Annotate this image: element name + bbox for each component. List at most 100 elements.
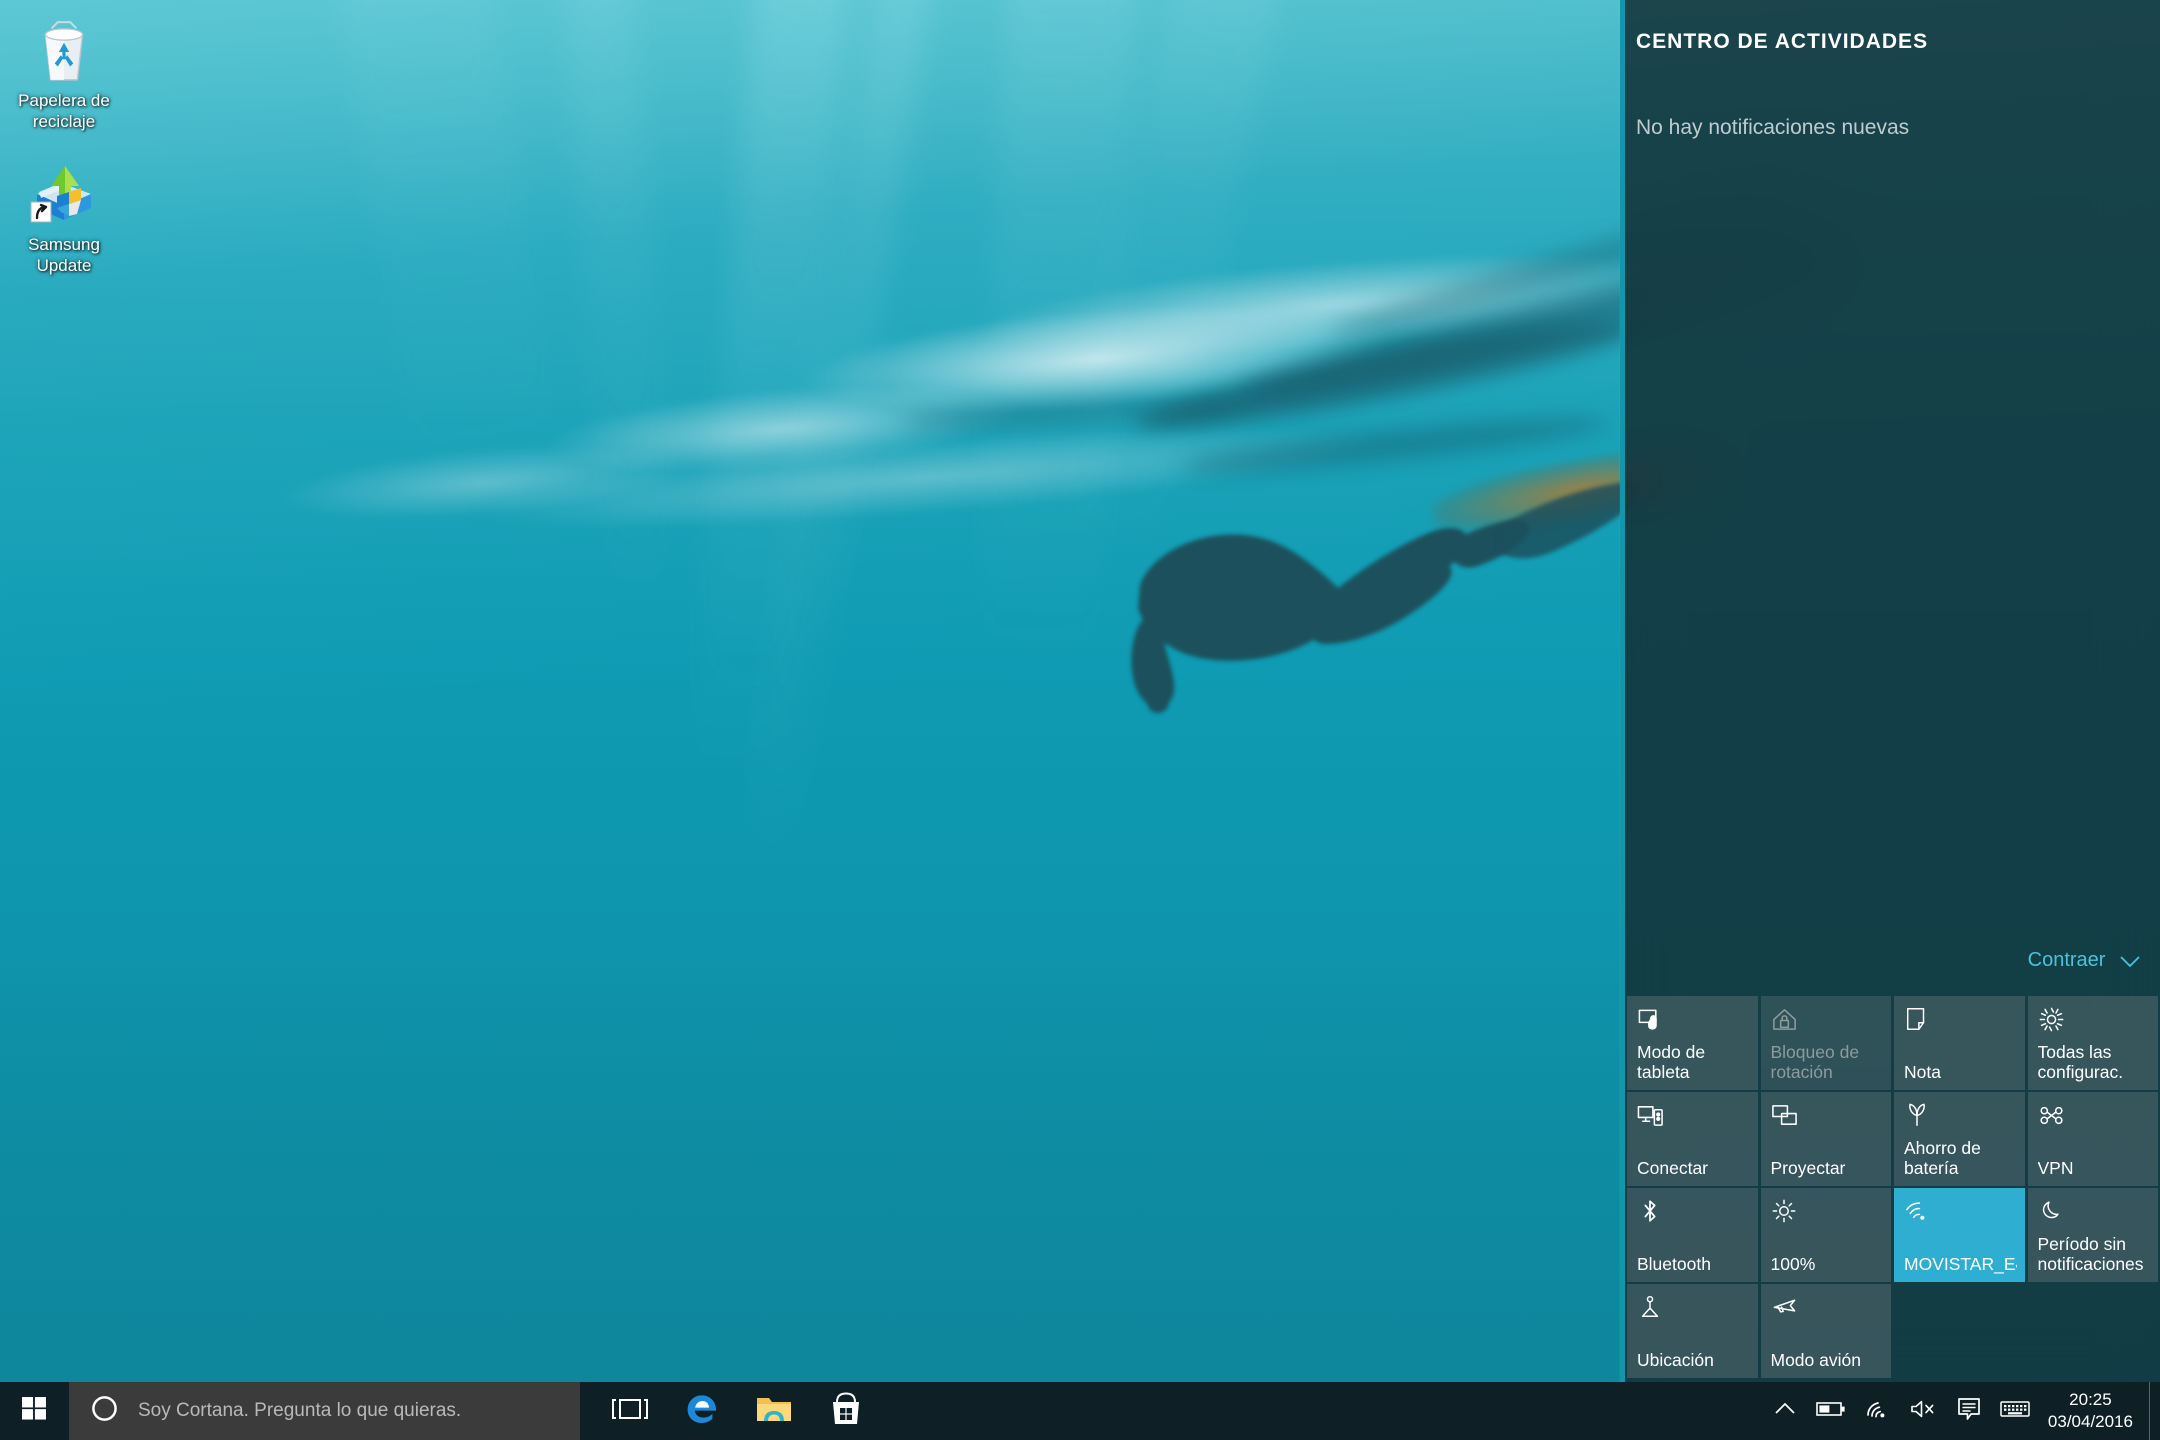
light-ray bbox=[962, 0, 1140, 843]
rotation-lock-icon bbox=[1771, 1006, 1884, 1036]
water-surface-glint bbox=[0, 179, 1749, 621]
quick-action-tile-tablet-mode[interactable]: Modo de tableta bbox=[1627, 996, 1758, 1090]
light-ray bbox=[560, 0, 688, 761]
microsoft-edge-button[interactable] bbox=[666, 1382, 738, 1440]
action-center-icon bbox=[1957, 1397, 1981, 1426]
quick-action-tile-empty bbox=[2028, 1284, 2159, 1378]
quick-action-tile-label: Ahorro de batería bbox=[1904, 1138, 1981, 1178]
recycle-bin-icon bbox=[6, 10, 122, 84]
touch-keyboard-icon bbox=[2000, 1399, 2030, 1424]
settings-gear-icon bbox=[2038, 1006, 2151, 1036]
volume-button[interactable] bbox=[1900, 1382, 1946, 1440]
no-notifications-message: No hay notificaciones nuevas bbox=[1636, 116, 1910, 139]
clock-and-date[interactable]: 20:25 03/04/2016 bbox=[2038, 1382, 2149, 1440]
quick-action-tile-bluetooth[interactable]: Bluetooth bbox=[1627, 1188, 1758, 1282]
quick-action-tile-label: Bloqueo de rotación bbox=[1770, 1042, 1860, 1082]
quick-action-tile-vpn[interactable]: VPN bbox=[2027, 1092, 2158, 1186]
network-status-button[interactable] bbox=[1854, 1382, 1900, 1440]
chevron-down-icon bbox=[2120, 951, 2140, 974]
chevron-up-icon bbox=[1775, 1402, 1795, 1420]
tablet-mode-icon bbox=[1637, 1006, 1750, 1036]
quick-action-tile-location[interactable]: Ubicación bbox=[1627, 1284, 1758, 1378]
project-icon bbox=[1771, 1102, 1884, 1132]
collapse-quick-actions-button[interactable]: Contraer bbox=[1620, 949, 2160, 996]
desktop-screen: Papelera de reciclaje Samsung Update CEN… bbox=[0, 0, 2160, 1440]
wifi-icon bbox=[1904, 1198, 2017, 1228]
wave-shadow bbox=[1130, 302, 1650, 446]
brightness-icon bbox=[1771, 1198, 1884, 1228]
quick-action-tile-label: 100% bbox=[1770, 1254, 1816, 1274]
desktop-icon-label: Papelera de reciclaje bbox=[18, 91, 110, 131]
bluetooth-icon bbox=[1637, 1198, 1750, 1228]
quick-action-tile-label: Nota bbox=[1904, 1062, 1941, 1082]
vpn-icon bbox=[2038, 1102, 2151, 1132]
light-ray bbox=[673, 0, 855, 941]
quick-action-tile-project[interactable]: Proyectar bbox=[1760, 1092, 1891, 1186]
airplane-mode-icon bbox=[1771, 1294, 1884, 1324]
quick-action-tile-label: Bluetooth bbox=[1637, 1254, 1711, 1274]
task-view-button[interactable] bbox=[594, 1382, 666, 1440]
action-center-title: CENTRO DE ACTIVIDADES bbox=[1636, 30, 1929, 53]
quiet-hours-moon-icon bbox=[2038, 1198, 2151, 1228]
touch-keyboard-button[interactable] bbox=[1992, 1382, 2038, 1440]
quick-action-tile-settings-gear[interactable]: Todas las configurac. bbox=[2027, 996, 2158, 1090]
cortana-placeholder-text: Soy Cortana. Pregunta lo que quieras. bbox=[138, 1400, 462, 1421]
quick-action-tile-label: Período sin notificaciones bbox=[2037, 1234, 2144, 1274]
quick-action-tile-label: VPN bbox=[2037, 1158, 2074, 1178]
battery-status-button[interactable] bbox=[1808, 1382, 1854, 1440]
volume-muted-icon bbox=[1910, 1399, 1936, 1424]
light-ray bbox=[330, 0, 589, 644]
quick-action-tile-wifi[interactable]: MOVISTAR_E480 bbox=[1894, 1188, 2025, 1282]
file-explorer-button[interactable] bbox=[738, 1382, 810, 1440]
taskbar-app-buttons bbox=[594, 1382, 882, 1440]
quick-action-tile-label: Modo avión bbox=[1770, 1350, 1861, 1370]
show-hidden-icons-button[interactable] bbox=[1762, 1382, 1808, 1440]
swimmer-silhouette bbox=[1131, 481, 1640, 713]
start-button[interactable] bbox=[0, 1382, 69, 1440]
connect-icon bbox=[1637, 1102, 1750, 1132]
quick-action-tile-battery-saver[interactable]: Ahorro de batería bbox=[1894, 1092, 2025, 1186]
wave-shadow bbox=[1179, 407, 1611, 483]
quick-action-tile-label: MOVISTAR_E480 bbox=[1904, 1254, 2017, 1274]
quick-action-tile-connect[interactable]: Conectar bbox=[1627, 1092, 1758, 1186]
water-depth-haze bbox=[0, 920, 1620, 1440]
collapse-label: Contraer bbox=[2027, 949, 2106, 971]
light-ray bbox=[700, 0, 940, 1081]
show-desktop-button[interactable] bbox=[2149, 1382, 2160, 1440]
desktop-icon-label: Samsung Update bbox=[28, 235, 100, 275]
action-center-accent-edge bbox=[1620, 0, 1625, 1382]
desktop-icon-list: Papelera de reciclaje Samsung Update bbox=[6, 10, 130, 298]
taskbar: Soy Cortana. Pregunta lo que quieras. 20… bbox=[0, 1382, 2160, 1440]
system-tray bbox=[1762, 1382, 2038, 1440]
quick-action-tile-quiet-hours-moon[interactable]: Período sin notificaciones bbox=[2027, 1188, 2158, 1282]
desktop-icon-samsung-update[interactable]: Samsung Update bbox=[6, 154, 122, 276]
quick-action-tile-label: Todas las configurac. bbox=[2037, 1042, 2124, 1082]
file-explorer-icon bbox=[756, 1394, 792, 1429]
quick-action-tile-label: Modo de tableta bbox=[1637, 1042, 1706, 1082]
samsung-update-icon bbox=[6, 154, 122, 228]
wave-shadow bbox=[899, 391, 1241, 435]
action-center-panel: CENTRO DE ACTIVIDADES No hay notificacio… bbox=[1620, 0, 2160, 1382]
quick-action-tile-airplane-mode[interactable]: Modo avión bbox=[1760, 1284, 1891, 1378]
quick-action-tile-rotation-lock[interactable]: Bloqueo de rotación bbox=[1760, 996, 1891, 1090]
quick-action-tile-label: Ubicación bbox=[1637, 1350, 1714, 1370]
quick-action-tile-label: Conectar bbox=[1637, 1158, 1709, 1178]
windows-logo-icon bbox=[22, 1396, 47, 1426]
clock-date: 03/04/2016 bbox=[2047, 1412, 2133, 1431]
quick-actions-grid: Modo de tableta Bloqueo de rotación Nota To… bbox=[1620, 996, 2160, 1382]
notifications-area bbox=[1620, 140, 2160, 949]
location-icon bbox=[1637, 1294, 1750, 1324]
note-icon bbox=[1904, 1006, 2017, 1036]
quick-action-tile-note[interactable]: Nota bbox=[1894, 996, 2025, 1090]
cortana-circle-icon bbox=[91, 1395, 118, 1427]
cortana-search-box[interactable]: Soy Cortana. Pregunta lo que quieras. bbox=[69, 1382, 580, 1440]
battery-icon bbox=[1816, 1400, 1846, 1423]
action-center-button[interactable] bbox=[1946, 1382, 1992, 1440]
network-wifi-icon bbox=[1864, 1399, 1890, 1424]
battery-saver-icon bbox=[1904, 1102, 2017, 1132]
clock-time: 20:25 bbox=[2069, 1390, 2112, 1409]
taskbar-spacer bbox=[882, 1382, 1762, 1440]
microsoft-store-button[interactable] bbox=[810, 1382, 882, 1440]
desktop-icon-recycle-bin[interactable]: Papelera de reciclaje bbox=[6, 10, 122, 132]
quick-action-tile-brightness[interactable]: 100% bbox=[1760, 1188, 1891, 1282]
